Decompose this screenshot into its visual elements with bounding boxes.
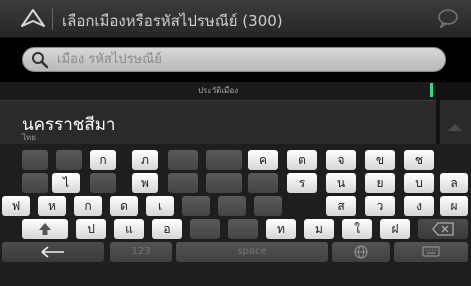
key[interactable]: ด: [110, 196, 138, 216]
key[interactable]: [206, 173, 242, 193]
key[interactable]: ง: [404, 196, 434, 216]
list-item[interactable]: นครราชสีมา ไทย: [0, 100, 436, 144]
key[interactable]: เ: [146, 196, 174, 216]
key[interactable]: อ: [152, 219, 182, 239]
key[interactable]: [168, 150, 198, 170]
key[interactable]: [168, 173, 198, 193]
keyboard-hide-icon: [422, 246, 440, 257]
key[interactable]: [56, 150, 82, 170]
page-title: เลือกเมืองหรือรหัสไปรษณีย์ (300): [62, 12, 283, 30]
key[interactable]: จ: [326, 150, 356, 170]
search-bar[interactable]: [22, 47, 446, 72]
key[interactable]: แ: [114, 219, 144, 239]
key[interactable]: ข: [365, 150, 395, 170]
key[interactable]: [182, 196, 210, 216]
key[interactable]: ใ: [342, 219, 372, 239]
key[interactable]: ร: [287, 173, 317, 193]
key[interactable]: ภ: [132, 150, 158, 170]
speech-bubble-icon[interactable]: [437, 8, 459, 29]
key[interactable]: [254, 196, 282, 216]
scroll-up-button[interactable]: [440, 100, 471, 144]
key[interactable]: [218, 196, 246, 216]
title-divider: [52, 8, 53, 30]
backspace-key[interactable]: [418, 219, 468, 239]
back-arrow-icon: [41, 246, 64, 258]
key[interactable]: ก: [90, 150, 116, 170]
key[interactable]: ว: [365, 196, 395, 216]
key[interactable]: [228, 219, 258, 239]
section-header: ประวัติเมือง: [0, 82, 436, 100]
key[interactable]: ผ: [440, 196, 468, 216]
key[interactable]: [206, 150, 242, 170]
key[interactable]: ย: [365, 173, 395, 193]
key[interactable]: น: [326, 173, 356, 193]
key[interactable]: ช: [404, 150, 434, 170]
key[interactable]: บ: [404, 173, 434, 193]
key[interactable]: ส: [326, 196, 356, 216]
key[interactable]: ฝ: [380, 219, 410, 239]
results-list: ประวัติเมือง นครราชสีมา ไทย: [0, 82, 471, 144]
key[interactable]: [90, 173, 116, 193]
key[interactable]: ค: [248, 150, 278, 170]
title-bar: เลือกเมืองหรือรหัสไปรษณีย์ (300): [0, 0, 471, 38]
shift-key[interactable]: [22, 219, 68, 239]
result-city-name: นครราชสีมา: [22, 115, 116, 135]
key[interactable]: ไ: [52, 173, 80, 193]
key[interactable]: ป: [76, 219, 106, 239]
search-input[interactable]: [57, 48, 437, 71]
key[interactable]: ต: [287, 150, 317, 170]
numbers-key[interactable]: 123: [110, 242, 172, 262]
key[interactable]: ฟ: [2, 196, 30, 216]
globe-icon: [354, 245, 368, 259]
key[interactable]: พ: [132, 173, 158, 193]
result-country: ไทย: [22, 133, 36, 142]
search-icon: [31, 51, 49, 69]
list-scroll-indicator: [430, 83, 433, 97]
key[interactable]: [248, 173, 278, 193]
language-key[interactable]: [332, 242, 390, 262]
back-button[interactable]: [2, 242, 104, 262]
key[interactable]: [22, 150, 48, 170]
key[interactable]: [190, 219, 220, 239]
key[interactable]: ท: [266, 219, 296, 239]
key[interactable]: ม: [304, 219, 334, 239]
navigation-arrow-icon[interactable]: [20, 8, 46, 28]
space-key[interactable]: space: [176, 242, 328, 262]
shift-arrow-icon: [39, 223, 51, 235]
chevron-up-icon: [447, 117, 463, 131]
key[interactable]: ก: [74, 196, 102, 216]
key[interactable]: ห: [38, 196, 66, 216]
key[interactable]: ล: [440, 173, 468, 193]
key[interactable]: [22, 173, 48, 193]
on-screen-keyboard: ก ภ ค ต จ ข ช ไ พ ร น ย บ ล ฟ ห ก ด เ ส …: [0, 144, 471, 286]
backspace-icon: [432, 222, 454, 236]
hide-keyboard-key[interactable]: [394, 242, 468, 262]
